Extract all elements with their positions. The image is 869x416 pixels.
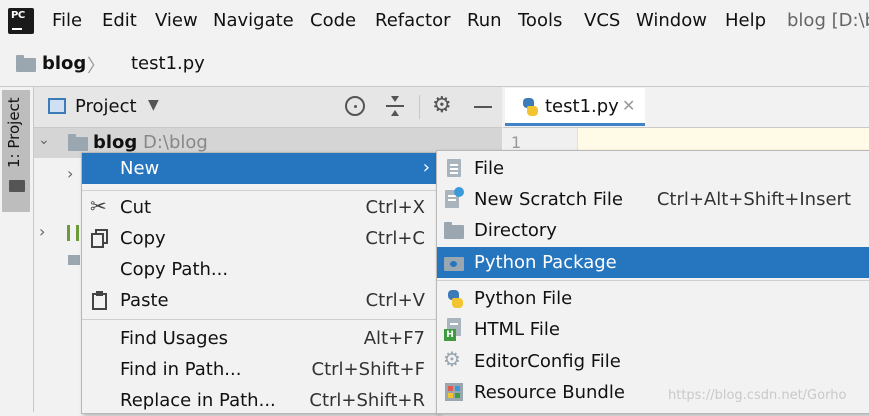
logo-text: PC (11, 10, 25, 21)
package-icon (444, 257, 464, 271)
sub-item-label: File (474, 158, 505, 179)
sub-item-label: HTML File (474, 319, 560, 340)
expand-arrow-icon[interactable]: › (67, 164, 73, 183)
hide-icon[interactable] (474, 106, 492, 108)
python-file-icon (446, 290, 464, 308)
menu-code[interactable]: Code (310, 10, 356, 31)
sub-item-python-package[interactable]: Python Package (437, 247, 869, 278)
sub-item-file[interactable]: File (437, 153, 869, 184)
folder-icon (444, 222, 464, 239)
ctx-item-new[interactable]: New › (82, 153, 438, 184)
ctx-item-copy-path[interactable]: Copy Path... (82, 254, 438, 285)
ctx-item-label: Paste (120, 290, 169, 311)
sub-item-shortcut: Ctrl+Alt+Shift+Insert (656, 189, 851, 210)
folder-icon (9, 180, 25, 192)
menu-edit[interactable]: Edit (102, 10, 137, 31)
project-panel-header: Project ▼ ⚙ (34, 87, 502, 128)
folder-icon (16, 55, 36, 72)
gear-icon[interactable]: ⚙ (432, 93, 452, 118)
ctx-item-shortcut: Ctrl+Shift+R (309, 390, 425, 411)
folder-icon (68, 134, 88, 151)
pycharm-logo-icon: PC (8, 8, 34, 34)
ctx-item-paste[interactable]: Paste Ctrl+V (82, 285, 438, 316)
ctx-item-label: Cut (120, 197, 152, 218)
sub-item-html-file[interactable]: H HTML File (437, 314, 869, 345)
menu-file[interactable]: File (52, 10, 82, 31)
menu-refactor[interactable]: Refactor (375, 10, 451, 31)
project-view-icon (48, 98, 66, 114)
menu-help[interactable]: Help (725, 10, 766, 31)
menu-run[interactable]: Run (467, 10, 502, 31)
sub-item-label: Python File (474, 288, 573, 309)
library-icon (67, 225, 79, 241)
ctx-item-label: New (120, 158, 160, 179)
menu-window[interactable]: Window (636, 10, 707, 31)
sub-item-new-scratch-file[interactable]: New Scratch File Ctrl+Alt+Shift+Insert (437, 184, 869, 215)
project-view-title[interactable]: Project (75, 96, 137, 117)
ctx-item-label: Replace in Path... (120, 390, 276, 411)
ctx-item-cut[interactable]: ✂ Cut Ctrl+X (82, 192, 438, 223)
header-divider (419, 95, 420, 119)
menu-vcs[interactable]: VCS (584, 10, 620, 31)
ctx-item-copy[interactable]: Copy Ctrl+C (82, 223, 438, 254)
project-tool-label[interactable]: 1: Project (5, 97, 23, 168)
chevron-right-icon: › (422, 157, 430, 178)
sub-item-label: New Scratch File (474, 189, 623, 210)
sub-item-label: Directory (474, 220, 557, 241)
close-icon[interactable]: ✕ (622, 96, 635, 115)
menu-separator (82, 190, 438, 191)
ctx-item-label: Copy (120, 228, 166, 249)
clock-badge-icon (454, 187, 464, 197)
ctx-item-label: Find in Path... (120, 359, 242, 380)
ctx-item-shortcut: Ctrl+X (365, 197, 425, 218)
ctx-item-shortcut: Alt+F7 (363, 328, 425, 349)
ctx-item-replace-in-path[interactable]: Replace in Path... Ctrl+Shift+R (82, 385, 438, 416)
expand-arrow-icon[interactable]: ⌄ (38, 132, 50, 148)
paste-icon (90, 291, 110, 311)
sub-item-editorconfig-file[interactable]: ⚙ EditorConfig File (437, 346, 869, 377)
context-menu: New › ✂ Cut Ctrl+X Copy Ctrl+C Copy Path… (81, 152, 439, 414)
sub-item-directory[interactable]: Directory (437, 215, 869, 246)
scissors-icon: ✂ (90, 194, 107, 218)
menu-navigate[interactable]: Navigate (213, 10, 294, 31)
menu-separator (437, 280, 869, 281)
sub-item-label: Resource Bundle (474, 382, 625, 403)
ctx-item-label: Find Usages (120, 328, 229, 349)
tab-label: test1.py (545, 96, 619, 117)
tree-root-path: D:\blog (143, 132, 208, 153)
watermark: https://blog.csdn.net/Gorho (668, 388, 847, 403)
copy-icon (90, 229, 110, 249)
python-file-icon (521, 98, 539, 116)
window-title: blog [D:\b (787, 10, 869, 31)
breadcrumb-root[interactable]: blog (42, 53, 86, 74)
breadcrumb-separator-icon: 〉 (87, 56, 105, 77)
chevron-down-icon[interactable]: ▼ (148, 97, 159, 113)
breadcrumb-file[interactable]: test1.py (131, 53, 205, 74)
ctx-item-find-usages[interactable]: Find Usages Alt+F7 (82, 323, 438, 354)
ctx-item-shortcut: Ctrl+Shift+F (311, 359, 425, 380)
ctx-item-label: Copy Path... (120, 259, 229, 280)
collapse-all-icon[interactable] (386, 96, 404, 116)
scratch-icon (68, 255, 80, 265)
resource-bundle-icon (445, 383, 463, 401)
new-submenu: File New Scratch File Ctrl+Alt+Shift+Ins… (436, 150, 869, 414)
menu-view[interactable]: View (155, 10, 198, 31)
breadcrumb: blog 〉 test1.py (0, 44, 869, 117)
tab-test1[interactable]: test1.py ✕ (505, 88, 645, 126)
ctx-item-find-in-path[interactable]: Find in Path... Ctrl+Shift+F (82, 354, 438, 385)
sub-item-label: EditorConfig File (474, 351, 621, 372)
sub-item-label: Python Package (474, 252, 617, 273)
menu-separator (82, 319, 438, 320)
menu-tools[interactable]: Tools (518, 10, 562, 31)
menu-bar: PC File Edit View Navigate Code Refactor… (0, 0, 869, 44)
locate-icon[interactable] (345, 96, 365, 116)
gear-icon: ⚙ (443, 347, 461, 371)
ctx-item-shortcut: Ctrl+V (365, 290, 425, 311)
expand-arrow-icon[interactable]: › (39, 222, 45, 241)
tree-root-name: blog (93, 132, 138, 153)
file-icon (447, 159, 461, 177)
ctx-item-shortcut: Ctrl+C (365, 228, 425, 249)
sub-item-python-file[interactable]: Python File (437, 283, 869, 314)
html-badge-icon: H (444, 329, 456, 341)
